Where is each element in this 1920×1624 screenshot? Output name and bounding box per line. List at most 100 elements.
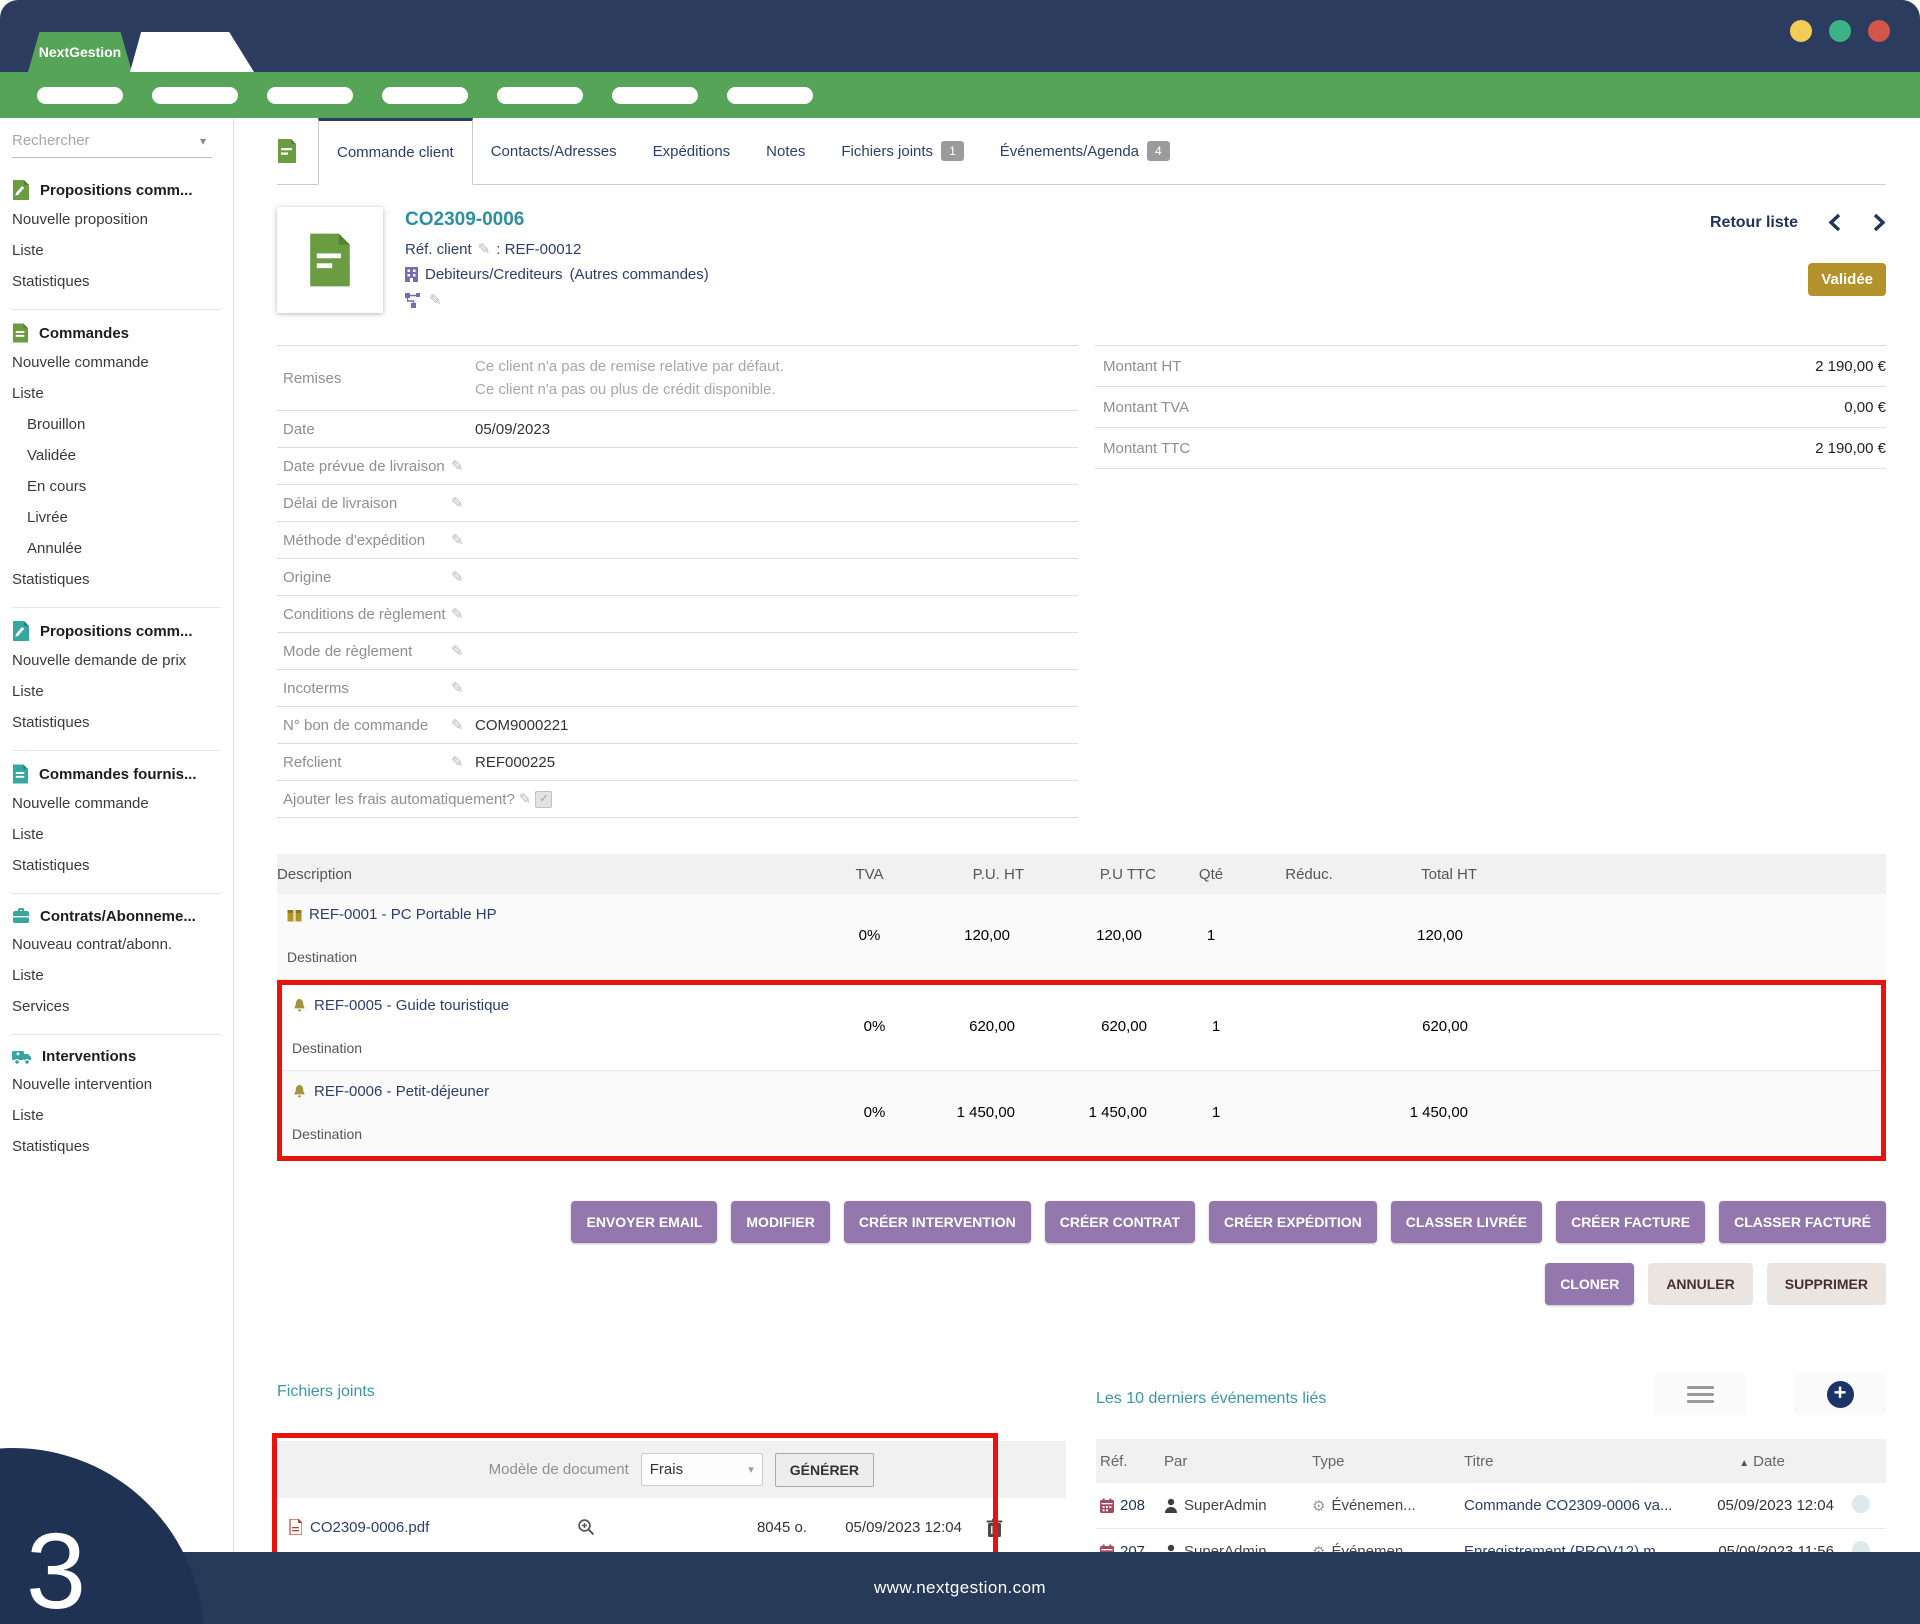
nav-item-redacted[interactable] — [267, 87, 353, 104]
sidebar-item[interactable]: Statistiques — [12, 707, 221, 738]
sidebar-item[interactable]: Statistiques — [12, 564, 221, 595]
sort-asc-icon: ▲ — [1739, 1458, 1749, 1469]
edit-pencil-icon[interactable]: ✎ — [451, 458, 464, 475]
tab[interactable]: Expéditions — [635, 118, 749, 184]
calendar-icon — [1100, 1498, 1114, 1513]
sidebar-item[interactable]: Services — [12, 991, 221, 1022]
sidebar-item[interactable]: Liste — [12, 819, 221, 850]
sidebar-item[interactable]: En cours — [12, 471, 221, 502]
edit-pencil-icon[interactable]: ✎ — [451, 495, 464, 512]
sidebar-item[interactable]: Brouillon — [12, 409, 221, 440]
sidebar-item[interactable]: Liste — [12, 1100, 221, 1131]
sidebar-item[interactable]: Statistiques — [12, 1131, 221, 1162]
add-event-button[interactable]: + — [1794, 1373, 1886, 1415]
action-button[interactable]: CLASSER LIVRÉE — [1391, 1201, 1542, 1243]
generer-button[interactable]: GÉNÉRER — [775, 1453, 874, 1487]
nav-item-redacted[interactable] — [37, 87, 123, 104]
sidebar-section-commandes: Commandes Nouvelle commandeListeBrouillo… — [12, 309, 221, 595]
tab[interactable]: Fichiers joints 1 — [823, 118, 981, 184]
action-button[interactable]: CLASSER FACTURÉ — [1719, 1201, 1886, 1243]
sidebar-section-label: Contrats/Abonneme... — [40, 908, 196, 925]
edit-pencil-icon[interactable]: ✎ — [429, 291, 442, 309]
sidebar-item[interactable]: Nouvelle commande — [12, 347, 221, 378]
sidebar-item[interactable]: Statistiques — [12, 266, 221, 297]
window-dot-green[interactable] — [1829, 20, 1851, 42]
event-row[interactable]: 208 SuperAdmin ⚙ Év — [1096, 1483, 1886, 1529]
sidebar-section-commandes-fournisseurs: Commandes fournis... Nouvelle commandeLi… — [12, 750, 221, 881]
window-dot-red[interactable] — [1868, 20, 1890, 42]
search-placeholder: Rechercher — [12, 132, 90, 149]
edit-pencil-icon[interactable]: ✎ — [451, 606, 464, 623]
sidebar-item[interactable]: Livrée — [12, 502, 221, 533]
form-row-origine: Origine ✎ — [277, 559, 1078, 596]
order-lines-header: Description TVA P.U. HT P.U TTC Qté Rédu… — [277, 854, 1886, 894]
action-button[interactable]: CRÉER EXPÉDITION — [1209, 1201, 1377, 1243]
edit-pencil-icon[interactable]: ✎ — [451, 643, 464, 660]
sidebar-item[interactable]: Nouvelle intervention — [12, 1069, 221, 1100]
sidebar-item[interactable]: Liste — [12, 235, 221, 266]
sidebar-item[interactable]: Nouvelle demande de prix — [12, 645, 221, 676]
tab[interactable]: Contacts/Adresses — [473, 118, 635, 184]
edit-pencil-icon[interactable]: ✎ — [519, 790, 532, 808]
action-button[interactable]: ENVOYER EMAIL — [571, 1201, 717, 1243]
chevron-right-icon[interactable] — [1872, 213, 1886, 232]
chevron-left-icon[interactable] — [1828, 213, 1842, 232]
window-dot-yellow[interactable] — [1790, 20, 1812, 42]
event-title-link[interactable]: Commande CO2309-0006 va... — [1464, 1497, 1672, 1514]
sidebar-section-label: Propositions comm... — [40, 623, 193, 640]
trash-icon[interactable] — [986, 1518, 1066, 1537]
proposal-icon — [12, 180, 30, 200]
sidebar-item[interactable]: Liste — [12, 676, 221, 707]
product-link[interactable]: REF-0006 - Petit-déjeuner — [314, 1083, 489, 1100]
tab[interactable]: Événements/Agenda 4 — [982, 118, 1188, 184]
tab[interactable]: Notes — [748, 118, 823, 184]
sidebar-item[interactable]: Annulée — [12, 533, 221, 564]
nav-item-redacted[interactable] — [152, 87, 238, 104]
sidebar-item[interactable]: Nouvelle commande — [12, 788, 221, 819]
supprimer-button[interactable]: SUPPRIMER — [1767, 1263, 1886, 1305]
list-view-button[interactable] — [1654, 1373, 1746, 1415]
cloner-button[interactable]: CLONER — [1545, 1263, 1634, 1305]
hierarchy-icon[interactable] — [405, 293, 421, 308]
action-button[interactable]: CRÉER CONTRAT — [1045, 1201, 1195, 1243]
action-button[interactable]: MODIFIER — [731, 1201, 829, 1243]
action-button[interactable]: CRÉER FACTURE — [1556, 1201, 1705, 1243]
tab-badge: 4 — [1147, 141, 1170, 161]
action-button[interactable]: CRÉER INTERVENTION — [844, 1201, 1031, 1243]
edit-pencil-icon[interactable]: ✎ — [451, 680, 464, 697]
sidebar-item[interactable]: Liste — [12, 378, 221, 409]
tab-bar: Commande client Contacts/Adresses Expédi… — [277, 118, 1886, 185]
preview-magnifier-icon[interactable] — [577, 1518, 672, 1536]
tab[interactable]: Commande client — [318, 118, 473, 185]
edit-pencil-icon[interactable]: ✎ — [478, 240, 491, 258]
product-link[interactable]: REF-0005 - Guide touristique — [314, 997, 509, 1014]
sidebar-item[interactable]: Nouvelle proposition — [12, 204, 221, 235]
sidebar-item[interactable]: Nouveau contrat/abonn. — [12, 929, 221, 960]
attachment-date: 05/09/2023 12:04 — [807, 1519, 986, 1536]
edit-pencil-icon[interactable]: ✎ — [451, 754, 464, 771]
annuler-button[interactable]: ANNULER — [1648, 1263, 1752, 1305]
client-link[interactable]: Debiteurs/Crediteurs — [425, 266, 563, 283]
brand-tab[interactable]: NextGestion — [28, 32, 132, 72]
client-suffix: (Autres commandes) — [570, 266, 709, 283]
date-sort-header[interactable]: ▲Date — [1676, 1453, 1844, 1470]
edit-pencil-icon[interactable]: ✎ — [451, 532, 464, 549]
nav-item-redacted[interactable] — [497, 87, 583, 104]
sidebar-item[interactable]: Validée — [12, 440, 221, 471]
back-to-list-link[interactable]: Retour liste — [1710, 214, 1798, 232]
sidebar-item[interactable]: Liste — [12, 960, 221, 991]
frais-auto-checkbox[interactable]: ✓ — [535, 791, 552, 808]
nav-item-redacted[interactable] — [612, 87, 698, 104]
sidebar-search[interactable]: Rechercher ▾ — [12, 132, 212, 158]
nav-item-redacted[interactable] — [382, 87, 468, 104]
edit-pencil-icon[interactable]: ✎ — [451, 717, 464, 734]
document-template-select[interactable]: Frais ▾ — [641, 1453, 763, 1486]
product-link[interactable]: REF-0001 - PC Portable HP — [309, 906, 497, 923]
main-nav-bar — [0, 72, 1920, 118]
sidebar-item[interactable]: Statistiques — [12, 850, 221, 881]
attachment-file-link[interactable]: CO2309-0006.pdf — [310, 1519, 429, 1536]
redacted-tab[interactable] — [130, 32, 254, 72]
edit-pencil-icon[interactable]: ✎ — [451, 569, 464, 586]
montant-ttc-value: 2 190,00 € — [1815, 440, 1886, 457]
nav-item-redacted[interactable] — [727, 87, 813, 104]
